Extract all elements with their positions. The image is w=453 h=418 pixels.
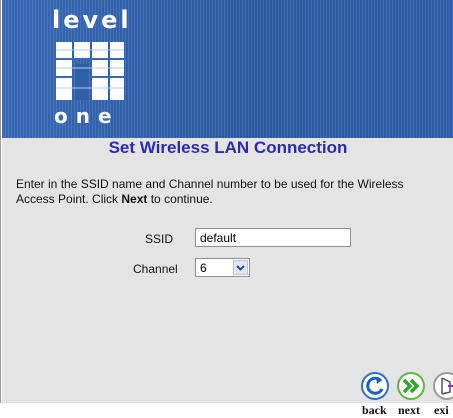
logo-text-level: level xyxy=(52,6,132,34)
ssid-input[interactable] xyxy=(195,228,351,247)
channel-label: Channel xyxy=(133,262,178,276)
levelone-logo-icon xyxy=(54,40,126,102)
back-label[interactable]: back xyxy=(362,403,387,418)
instructions-part2: to continue. xyxy=(147,192,213,206)
page-title: Set Wireless LAN Connection xyxy=(108,138,348,157)
next-icon xyxy=(397,372,425,400)
ssid-label: SSID xyxy=(145,232,174,246)
logo-text-one: one xyxy=(54,104,120,128)
header-banner: level one xyxy=(2,0,453,138)
instructions-text: Enter in the SSID name and Channel numbe… xyxy=(16,177,436,207)
back-icon xyxy=(361,372,389,400)
channel-selected-value: 6 xyxy=(200,261,207,275)
exit-icon xyxy=(433,372,453,400)
channel-select[interactable]: 6 xyxy=(195,258,250,277)
next-button[interactable] xyxy=(396,371,426,401)
instructions-next-word: Next xyxy=(121,192,148,206)
exit-label[interactable]: exi xyxy=(434,403,453,418)
back-button[interactable] xyxy=(360,371,390,401)
chevron-down-icon[interactable] xyxy=(233,260,248,275)
wizard-frame: level one Set Wireless LAN Connection En… xyxy=(0,0,453,417)
wizard-content: Set Wireless LAN Connection Enter in the… xyxy=(2,138,453,417)
exit-button[interactable] xyxy=(432,371,453,401)
next-label[interactable]: next xyxy=(398,403,420,418)
